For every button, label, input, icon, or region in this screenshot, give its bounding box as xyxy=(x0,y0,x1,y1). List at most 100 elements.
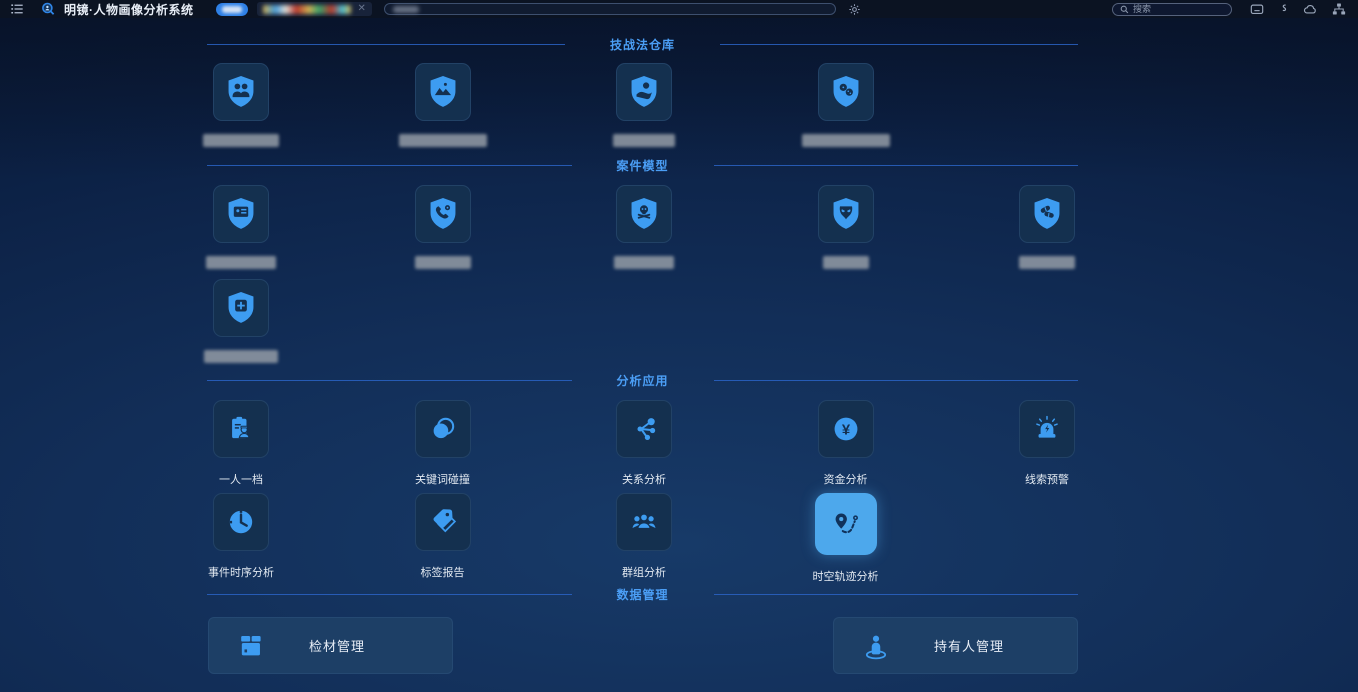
shield-scene-icon xyxy=(425,73,461,111)
topbar: 明镜·人物画像分析系统 ✕ xyxy=(0,0,1358,18)
shield-idcard-icon xyxy=(223,195,259,233)
money-yen-icon: ¥ xyxy=(830,413,862,445)
sitemap-icon[interactable] xyxy=(1332,2,1346,16)
app-item: 关键词碰撞 xyxy=(383,400,503,487)
app-label: 线索预警 xyxy=(1025,471,1069,487)
trajectory-icon xyxy=(828,506,864,542)
tile-clock[interactable] xyxy=(213,493,269,551)
section-title: 技战法仓库 xyxy=(610,36,675,53)
shield-hand-icon xyxy=(626,73,662,111)
tile-label-redacted xyxy=(203,134,279,147)
tile-shield-dice[interactable] xyxy=(818,63,874,121)
app-label: 群组分析 xyxy=(622,564,666,580)
shield-phone-icon xyxy=(425,195,461,233)
tile-label-redacted xyxy=(613,134,675,147)
case-model-item xyxy=(383,185,503,269)
shield-skull-icon xyxy=(626,195,662,233)
tile-shield-idcard[interactable] xyxy=(213,185,269,243)
cloud-icon[interactable] xyxy=(1303,3,1317,15)
topbar-right-icons xyxy=(1250,2,1346,16)
relation-graph-icon xyxy=(628,413,660,445)
search-box xyxy=(1112,3,1232,16)
card-label: 持有人管理 xyxy=(934,636,1004,655)
tile-label-redacted xyxy=(204,350,278,363)
alarm-siren-icon xyxy=(1031,413,1063,445)
holder-person-icon xyxy=(860,630,892,662)
group-icon xyxy=(628,506,660,538)
app-item: 一人一档 xyxy=(181,400,301,487)
app-item: 标签报告 xyxy=(383,493,503,580)
shield-plus-icon xyxy=(223,289,259,327)
close-icon[interactable]: ✕ xyxy=(358,4,366,14)
tab-label-redacted xyxy=(222,6,242,13)
tab-case[interactable]: ✕ xyxy=(257,2,372,16)
app-item: 关系分析 xyxy=(584,400,704,487)
address-text-redacted xyxy=(393,6,419,13)
search-input[interactable] xyxy=(1133,4,1224,14)
app-label: 事件时序分析 xyxy=(208,564,274,580)
note-icon[interactable] xyxy=(1279,3,1288,16)
tile-keyword-collision[interactable] xyxy=(415,400,471,458)
tile-shield-scene[interactable] xyxy=(415,63,471,121)
tile-label-redacted xyxy=(823,256,869,269)
tile-money-yen[interactable]: ¥ xyxy=(818,400,874,458)
shield-dice-icon xyxy=(828,73,864,111)
section-header-tactics: 技战法仓库 xyxy=(207,36,1078,52)
app-item: 群组分析 xyxy=(584,493,704,580)
case-model-item xyxy=(181,185,301,269)
person-archive-icon xyxy=(225,413,257,445)
app-item: ¥ 资金分析 xyxy=(786,400,906,487)
tile-shield-mask[interactable] xyxy=(818,185,874,243)
app-item: 时空轨迹分析 xyxy=(786,493,906,584)
address-bar[interactable] xyxy=(384,3,836,15)
tactic-item xyxy=(786,63,906,147)
tile-label-redacted xyxy=(399,134,487,147)
app-label: 关键词碰撞 xyxy=(415,471,470,487)
section-title: 分析应用 xyxy=(617,372,669,389)
app-window: 明镜·人物画像分析系统 ✕ xyxy=(0,0,1358,692)
tile-shield-pills[interactable] xyxy=(1019,185,1075,243)
section-header-analysis-apps: 分析应用 xyxy=(207,372,1078,388)
tile-label-redacted xyxy=(614,256,674,269)
app-label: 关系分析 xyxy=(622,471,666,487)
tactic-item xyxy=(584,63,704,147)
clock-icon xyxy=(225,506,257,538)
tile-alarm-siren[interactable] xyxy=(1019,400,1075,458)
app-item: 线索预警 xyxy=(987,400,1107,487)
search-icon xyxy=(1120,5,1129,14)
evidence-box-icon xyxy=(235,630,267,662)
card-label: 检材管理 xyxy=(309,636,365,655)
tactic-item xyxy=(383,63,503,147)
app-label: 一人一档 xyxy=(219,471,263,487)
tile-label-redacted xyxy=(1019,256,1075,269)
tile-shield-phone[interactable] xyxy=(415,185,471,243)
tile-shield-plus[interactable] xyxy=(213,279,269,337)
app-title: 明镜·人物画像分析系统 xyxy=(64,1,194,18)
tile-group[interactable] xyxy=(616,493,672,551)
tile-person-archive[interactable] xyxy=(213,400,269,458)
tags-icon xyxy=(427,506,459,538)
case-model-item xyxy=(181,279,301,363)
tile-shield-people[interactable] xyxy=(213,63,269,121)
case-model-item xyxy=(987,185,1107,269)
hamburger-menu-icon[interactable] xyxy=(10,2,24,16)
app-label: 资金分析 xyxy=(824,471,868,487)
tile-tags[interactable] xyxy=(415,493,471,551)
tile-trajectory[interactable] xyxy=(815,493,877,555)
tile-shield-hand[interactable] xyxy=(616,63,672,121)
tile-relation-graph[interactable] xyxy=(616,400,672,458)
card-evidence-management[interactable]: 检材管理 xyxy=(208,617,453,674)
case-model-item xyxy=(786,185,906,269)
keyword-collision-icon xyxy=(427,413,459,445)
monitor-icon[interactable] xyxy=(1250,3,1264,16)
app-label: 标签报告 xyxy=(421,564,465,580)
app-label: 时空轨迹分析 xyxy=(813,568,879,584)
tile-label-redacted xyxy=(802,134,890,147)
shield-people-icon xyxy=(223,73,259,111)
tile-label-redacted xyxy=(415,256,471,269)
shield-mask-icon xyxy=(828,195,864,233)
tile-shield-skull[interactable] xyxy=(616,185,672,243)
card-holder-management[interactable]: 持有人管理 xyxy=(833,617,1078,674)
tab-active-pill[interactable] xyxy=(216,3,248,16)
settings-gear-icon[interactable] xyxy=(848,3,861,16)
